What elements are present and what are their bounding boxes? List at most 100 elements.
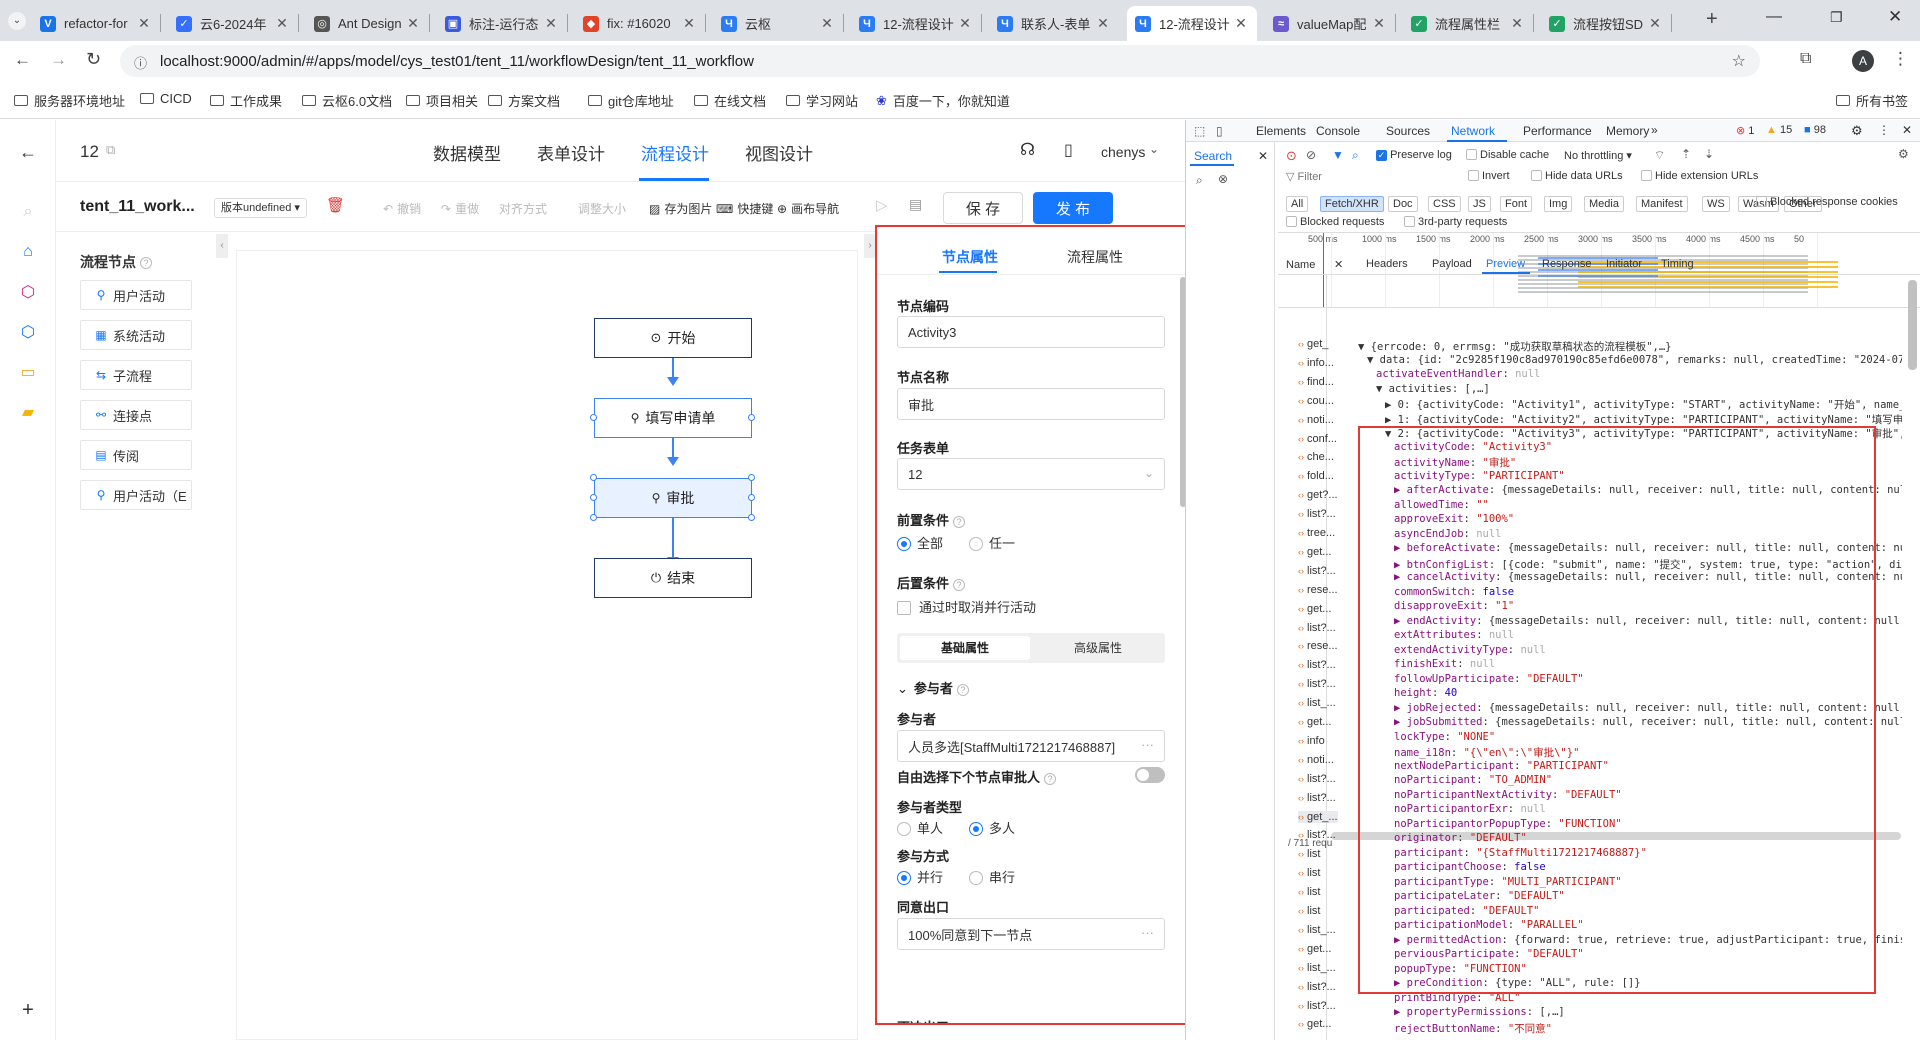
request-row[interactable]: che... [1298, 451, 1338, 463]
preserve-log-checkbox[interactable]: ✓ Preserve log [1376, 149, 1452, 161]
palette-circulate[interactable]: ▤ 传阅 [80, 440, 192, 470]
agree-exit-input[interactable]: 100%同意到下一节点 ··· [897, 918, 1165, 950]
filter-chip[interactable]: Doc [1388, 196, 1418, 212]
request-row[interactable]: noti... [1298, 414, 1338, 426]
forward-icon[interactable]: → [50, 50, 67, 70]
extensions-icon[interactable]: ⧉ [1800, 50, 1811, 68]
info-count[interactable]: ■ 98 [1804, 124, 1826, 136]
tab-close-icon[interactable]: ✕ [819, 15, 835, 32]
request-row[interactable]: list?... [1298, 981, 1338, 993]
close-window-button[interactable]: ✕ [1888, 7, 1902, 27]
flow-node-fill-form[interactable]: ⚲ 填写申请单 [594, 398, 752, 438]
help-icon[interactable]: ? [953, 578, 966, 591]
request-row[interactable]: tree... [1298, 527, 1338, 539]
node-code-input[interactable]: Activity3 [897, 316, 1165, 348]
play-icon[interactable]: ▷ [876, 196, 888, 214]
request-row[interactable]: list?... [1298, 565, 1338, 577]
request-row[interactable]: cou... [1298, 395, 1338, 407]
json-line[interactable]: ▼ activities: [,…] [1358, 383, 1902, 397]
tab-close-icon[interactable]: ✕ [1509, 15, 1525, 32]
close-detail-icon[interactable]: ✕ [1334, 258, 1343, 271]
bookmark-item[interactable]: 云枢6.0文档 [302, 91, 392, 110]
tab-close-icon[interactable]: ✕ [1647, 15, 1663, 32]
browser-tab[interactable]: ▣ 标注-运行态 ✕ [437, 6, 567, 41]
tab-flow-properties[interactable]: 流程属性 [1067, 247, 1123, 267]
hide-data-urls-checkbox[interactable]: Hide data URLs [1531, 169, 1623, 182]
version-select[interactable]: 版本undefined ▾ [214, 198, 307, 218]
third-party-checkbox[interactable]: 3rd-party requests [1404, 215, 1507, 228]
flow-node-approve[interactable]: ⚲ 审批 [594, 478, 752, 518]
browser-tab[interactable]: Vrefactor-for ✕ [32, 6, 160, 41]
detail-tab[interactable]: Initiator [1606, 258, 1642, 270]
request-row[interactable]: list_... [1298, 697, 1338, 709]
record-icon[interactable]: ⊙ [1286, 148, 1297, 164]
help-icon[interactable]: ? [140, 257, 152, 270]
document-icon[interactable]: ▯ [1064, 140, 1073, 160]
detail-tab[interactable]: Payload [1432, 258, 1472, 270]
site-info-icon[interactable]: ⓘ [134, 53, 147, 72]
mode-parallel-radio[interactable]: 并行 [897, 867, 943, 886]
flow-canvas[interactable]: ⊙ 开始 ⚲ 填写申请单 ⚲ 审批 ⏻ 结束 [236, 250, 858, 1040]
tab-close-icon[interactable]: ✕ [957, 15, 973, 32]
palette-connector[interactable]: ⚯ 连接点 [80, 400, 192, 430]
align-button[interactable]: 对齐方式 [499, 200, 547, 217]
blocked-cookies-checkbox[interactable]: Blocked response cookies [1756, 195, 1898, 208]
more-icon[interactable]: ··· [1141, 925, 1154, 940]
request-row[interactable]: get... [1298, 1018, 1338, 1030]
tab-close-icon[interactable]: ✕ [136, 15, 152, 32]
request-row[interactable]: find... [1298, 376, 1338, 388]
search-pane-close[interactable]: ✕ [1258, 149, 1268, 163]
filter-chip[interactable]: All [1286, 196, 1309, 212]
json-line[interactable]: ▼ data: {id: "2c9285f190c8ad970190c85efd… [1358, 354, 1902, 368]
more-tabs-icon[interactable]: » [1651, 123, 1658, 137]
tab-basic-properties[interactable]: 基础属性 [900, 636, 1030, 660]
devtools-tab[interactable]: Network [1451, 124, 1495, 138]
filter-chip[interactable]: WS [1702, 196, 1730, 212]
palette-user-activity-e[interactable]: ⚲ 用户活动（E [80, 480, 192, 510]
palette-system-activity[interactable]: ▦ 系统活动 [80, 320, 192, 350]
resize-handle[interactable] [748, 474, 755, 481]
delete-icon[interactable]: 🗑 [326, 196, 345, 214]
resize-handle[interactable] [590, 474, 597, 481]
json-line[interactable]: ▶ propertyPermissions: [,…] [1358, 1006, 1902, 1020]
browser-tab[interactable]: ◆ fix: #16020 ✕ [575, 6, 705, 41]
edit-icon[interactable]: ⧉ [106, 142, 115, 158]
user-name[interactable]: chenys [1101, 144, 1145, 160]
chevron-down-icon[interactable]: ⌄ [1149, 142, 1159, 156]
devtools-close-icon[interactable]: ✕ [1902, 123, 1912, 137]
back-icon[interactable]: ← [14, 50, 31, 70]
search-network-icon[interactable]: ⌕ [1352, 148, 1359, 163]
request-row[interactable]: list [1298, 905, 1338, 917]
shortcuts-button[interactable]: ⌨ 快捷键 [716, 200, 773, 217]
filter-input[interactable]: ▽ Filter [1286, 170, 1322, 183]
request-row[interactable]: get... [1298, 716, 1338, 728]
reload-icon[interactable]: ↻ [86, 49, 101, 70]
request-row[interactable]: rese... [1298, 584, 1338, 596]
tab-close-icon[interactable]: ✕ [274, 15, 290, 32]
add-icon[interactable]: + [18, 999, 38, 1021]
home-icon[interactable]: ⌂ [18, 242, 38, 262]
participants-section[interactable]: ⌄ 参与者? [897, 678, 969, 697]
tab-form-design[interactable]: 表单设计 [537, 140, 605, 165]
free-select-toggle[interactable] [1135, 767, 1165, 783]
more-icon[interactable]: ··· [1141, 737, 1154, 752]
devtools-tab[interactable]: Performance [1523, 124, 1592, 138]
folder-app-icon[interactable]: ▰ [18, 402, 38, 422]
request-row[interactable]: get... [1298, 546, 1338, 558]
cube-active-icon[interactable]: ⬡ [18, 282, 38, 302]
request-row[interactable]: get_ [1298, 338, 1338, 350]
tab-view-design[interactable]: 视图设计 [745, 140, 813, 165]
browser-tab[interactable]: ✓ 流程按钮SD ✕ [1541, 6, 1671, 41]
undo-button[interactable]: ↶ 撤销 [383, 200, 421, 217]
participant-single-radio[interactable]: 单人 [897, 818, 943, 837]
request-row[interactable]: rese... [1298, 640, 1338, 652]
json-line[interactable]: ▶ 1: {activityCode: "Activity2", activit… [1358, 412, 1902, 426]
task-form-select[interactable]: 12 ⌄ [897, 458, 1165, 490]
minimize-button[interactable]: — [1766, 8, 1782, 26]
error-count[interactable]: ⊗ 1 [1736, 124, 1754, 137]
bookmark-item[interactable]: CICD [140, 91, 192, 106]
resize-handle[interactable] [748, 514, 755, 521]
preview-scrollbar[interactable] [1908, 280, 1917, 370]
flow-node-end[interactable]: ⏻ 结束 [594, 558, 752, 598]
filter-chip[interactable]: Img [1544, 196, 1573, 212]
